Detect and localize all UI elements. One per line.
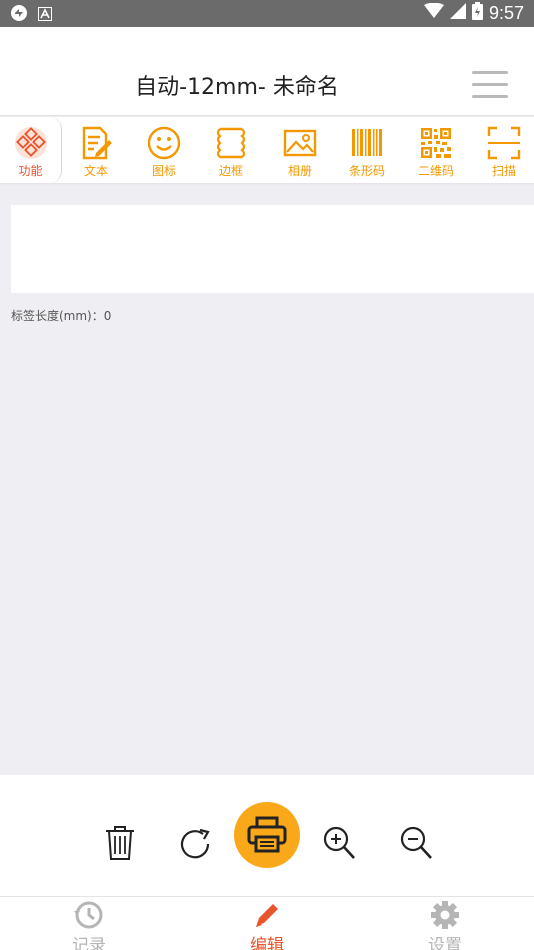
status-time: 9:57 xyxy=(488,3,524,23)
settings-gear-icon xyxy=(431,901,459,929)
page-title: 自动-12mm- 未命名 xyxy=(135,75,339,100)
action-bar xyxy=(0,775,534,896)
tool-text[interactable]: 文本 xyxy=(66,117,126,183)
battery-icon xyxy=(471,2,483,25)
print-button[interactable] xyxy=(234,802,300,868)
function-icon xyxy=(14,127,47,159)
photo-icon xyxy=(283,129,317,157)
qrcode-icon xyxy=(421,128,451,158)
nav-item-edit[interactable]: 编辑 xyxy=(207,897,327,950)
tool-label: 二维码 xyxy=(417,164,454,178)
nav-item-settings[interactable]: 设置 xyxy=(385,897,505,950)
tool-label: 文本 xyxy=(83,164,108,178)
label-canvas[interactable] xyxy=(11,205,534,293)
nav-item-history[interactable]: 记录 xyxy=(29,897,149,950)
nav-label: 编辑 xyxy=(250,936,284,950)
printer-icon xyxy=(247,816,287,853)
wifi-icon xyxy=(423,2,444,24)
tool-barcode[interactable]: 条形码 xyxy=(337,117,397,183)
menu-hamburger-icon[interactable] xyxy=(472,71,508,99)
smiley-icon xyxy=(147,126,181,160)
sync-icon xyxy=(10,4,28,26)
nav-label: 设置 xyxy=(428,936,462,950)
cell-signal-icon xyxy=(449,3,466,24)
tool-photo[interactable]: 相册 xyxy=(270,117,330,183)
tool-label: 图标 xyxy=(151,164,176,178)
edit-pencil-icon xyxy=(256,904,278,927)
tool-function[interactable]: 功能 xyxy=(0,117,62,183)
label-length-text: 标签长度(mm)：0 xyxy=(11,309,112,323)
scan-icon xyxy=(487,126,521,160)
rotate-icon[interactable] xyxy=(179,827,213,861)
tool-qrcode[interactable]: 二维码 xyxy=(406,117,466,183)
app-header: 自动-12mm- 未命名 xyxy=(0,27,534,116)
app-notification-icon xyxy=(38,6,52,25)
delete-trash-icon[interactable] xyxy=(103,825,137,861)
tool-label: 扫描 xyxy=(491,164,516,178)
zoom-out-icon[interactable] xyxy=(399,825,433,861)
tool-label: 边框 xyxy=(218,164,243,178)
tool-label: 相册 xyxy=(287,164,312,178)
bottom-nav: 记录 编辑 设置 xyxy=(0,896,534,950)
border-frame-icon xyxy=(216,127,246,159)
tool-bar: 功能 文本 图标 边框 相册 条形码 二维码 扫描 xyxy=(0,117,534,183)
zoom-in-icon[interactable] xyxy=(322,825,356,861)
tool-icon[interactable]: 图标 xyxy=(134,117,194,183)
tool-border[interactable]: 边框 xyxy=(201,117,261,183)
barcode-icon xyxy=(352,129,382,156)
tool-label: 功能 xyxy=(18,164,43,178)
tool-label: 条形码 xyxy=(348,164,385,178)
history-icon xyxy=(74,901,103,929)
status-bar: 9:57 xyxy=(0,0,534,27)
tool-scan[interactable]: 扫描 xyxy=(474,117,534,183)
nav-label: 记录 xyxy=(72,936,106,950)
text-edit-icon xyxy=(82,126,112,160)
